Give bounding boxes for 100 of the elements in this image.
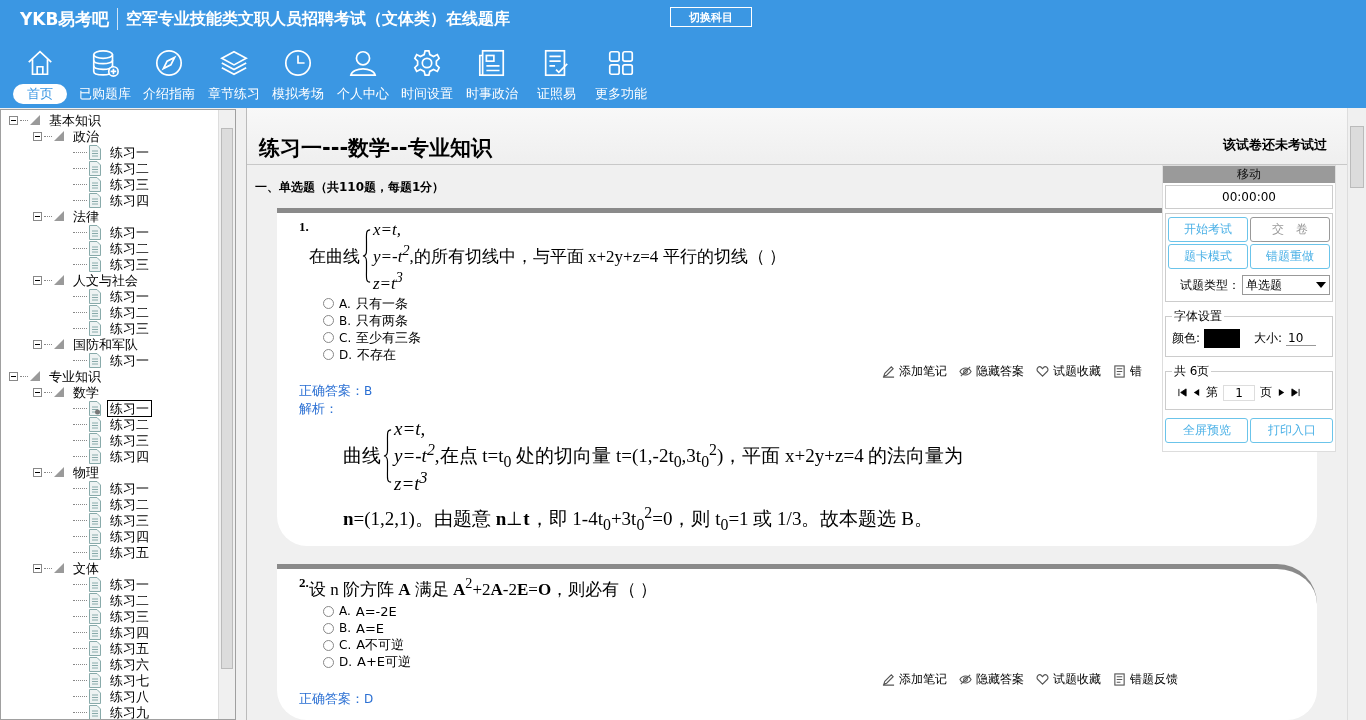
tree-leaf[interactable]: 练习二 [107,415,152,433]
tree-leaf[interactable]: 练习二 [107,495,152,513]
option-label: D. [339,655,353,670]
tree-leaf[interactable]: 练习一 [107,351,152,369]
document-icon [89,528,101,544]
tree-leaf[interactable]: 练习一 [107,143,152,161]
tree-leaf[interactable]: 练习四 [107,191,152,209]
page-count-legend: 共 6页 [1172,363,1212,380]
tree-leaf[interactable]: 练习二 [107,159,152,177]
collapse-icon[interactable] [33,211,42,221]
compass-icon[interactable] [154,48,185,78]
tree-leaf[interactable]: 练习一 [107,287,152,305]
document-icon [1113,365,1126,379]
paper-title: 练习一---数学--专业知识 [259,135,492,162]
tree-node[interactable]: 国防和军队 [70,335,141,353]
tree-leaf[interactable]: 练习三 [107,255,152,273]
tree-leaf[interactable]: 练习四 [107,447,152,465]
question-action-link[interactable]: 错题反馈 [1130,670,1178,688]
option-label: D. [339,347,353,362]
collapse-icon[interactable] [9,115,18,125]
question-type-label: 试题类型： [1180,276,1240,294]
document-icon [89,640,101,656]
question-action-link[interactable]: 隐藏答案 [976,670,1024,688]
tree-leaf[interactable]: 练习五 [107,639,152,657]
collapse-icon[interactable] [33,467,42,477]
collapse-icon[interactable] [33,131,42,141]
question-action-link[interactable]: 试题收藏 [1053,363,1101,381]
tree-leaf[interactable]: 练习七 [107,671,152,689]
tree-leaf[interactable]: 练习一 [107,575,152,593]
tree-leaf[interactable]: 练习二 [107,239,152,257]
document-pin-icon [89,400,101,416]
last-page-icon[interactable] [1291,388,1300,397]
document-icon [89,320,101,336]
collapse-icon[interactable] [33,387,42,397]
layers-icon[interactable] [218,48,249,78]
tree-leaf[interactable]: 练习五 [107,543,152,561]
clock-icon[interactable] [283,48,314,78]
question-action-link[interactable]: 试题收藏 [1053,670,1101,688]
first-page-icon[interactable] [1178,388,1187,397]
tree-leaf[interactable]: 练习八 [107,687,152,705]
size-field[interactable]: 10 [1286,331,1317,346]
color-swatch[interactable] [1204,329,1241,348]
tree-node[interactable]: 基本知识 [46,111,104,129]
folder-triangle-icon [54,339,64,349]
tree-leaf[interactable]: 练习三 [107,319,152,337]
tree-node[interactable]: 专业知识 [46,367,104,385]
tree-node[interactable]: 法律 [70,207,102,225]
tree-node[interactable]: 人文与社会 [70,271,141,289]
tree-leaf[interactable]: 练习一 [107,223,152,241]
question-type-select[interactable]: 单选题 [1242,275,1330,295]
previous-page-icon[interactable] [1192,388,1201,397]
question-action-link[interactable]: 添加笔记 [899,670,947,688]
question-text: 在曲线 [309,245,360,268]
option-label: A. [339,296,351,311]
tree-node[interactable]: 文体 [70,559,102,577]
question-number: 2. [299,575,309,591]
question-action-link[interactable]: 隐藏答案 [976,363,1024,381]
tree-node[interactable]: 物理 [70,463,102,481]
question-action-link[interactable]: 错 [1130,363,1142,381]
person-icon[interactable] [347,48,378,78]
equation: y=-t$^{2}$ [394,440,435,467]
option-label: B. [339,621,352,636]
collapse-icon[interactable] [33,563,42,573]
tree-leaf[interactable]: 练习四 [107,527,152,545]
tree-leaf[interactable]: 练习三 [107,175,152,193]
tree-node[interactable]: 数学 [70,383,102,401]
page-field[interactable]: 1 [1223,384,1255,401]
eye-icon [959,365,972,379]
heart-icon [1036,672,1049,686]
tree-leaf[interactable]: 练习一 [107,479,152,497]
news-icon[interactable] [476,48,507,78]
scrollbar[interactable] [1347,108,1366,720]
collapse-icon[interactable] [33,275,42,285]
tree-leaf[interactable]: 练习二 [107,591,152,609]
tree-leaf[interactable]: 练习三 [107,511,152,529]
collapse-icon[interactable] [9,371,18,381]
analysis-text: ,在点 t=t$_{0}$ 处的切向量 t=(1,-2t$_{0}$,3t$_{0}$$^{2}$)，平面 x+2y+z=4 的法向量为 [434,441,964,472]
font-settings-legend: 字体设置 [1172,308,1224,325]
analysis-text: n=(1,2,1)。由题意 n⊥t，即 1-4t$_{0}$+3t$_{0}$$^{2}$=0，则 t$_{0}$=1 或 1/3。故本题选 B。 [343,503,934,535]
scrollbar[interactable] [218,110,235,719]
document-icon [89,592,101,608]
document-icon [89,352,101,368]
tree-leaf[interactable]: 练习六 [107,655,152,673]
collapse-icon[interactable] [33,339,42,349]
option-label: B. [339,313,352,328]
next-page-icon[interactable] [1277,388,1286,397]
question-action-link[interactable]: 添加笔记 [899,363,947,381]
document-icon [89,512,101,528]
tree-leaf[interactable]: 练习四 [107,623,152,641]
tree-leaf[interactable]: 练习二 [107,303,152,321]
tree-leaf[interactable]: 练习三 [107,431,152,449]
move-handle[interactable]: 移动 [1163,166,1335,183]
tree-leaf[interactable]: 练习九 [107,703,152,719]
tree-leaf[interactable]: 练习一 [107,399,152,417]
gear-icon[interactable] [412,48,443,78]
timer: 00:00:00 [1165,185,1333,209]
tree-node[interactable]: 政治 [70,127,102,145]
tree-leaf[interactable]: 练习三 [107,607,152,625]
option-text: A+E可逆 [357,653,412,672]
option-label: C. [339,638,352,653]
